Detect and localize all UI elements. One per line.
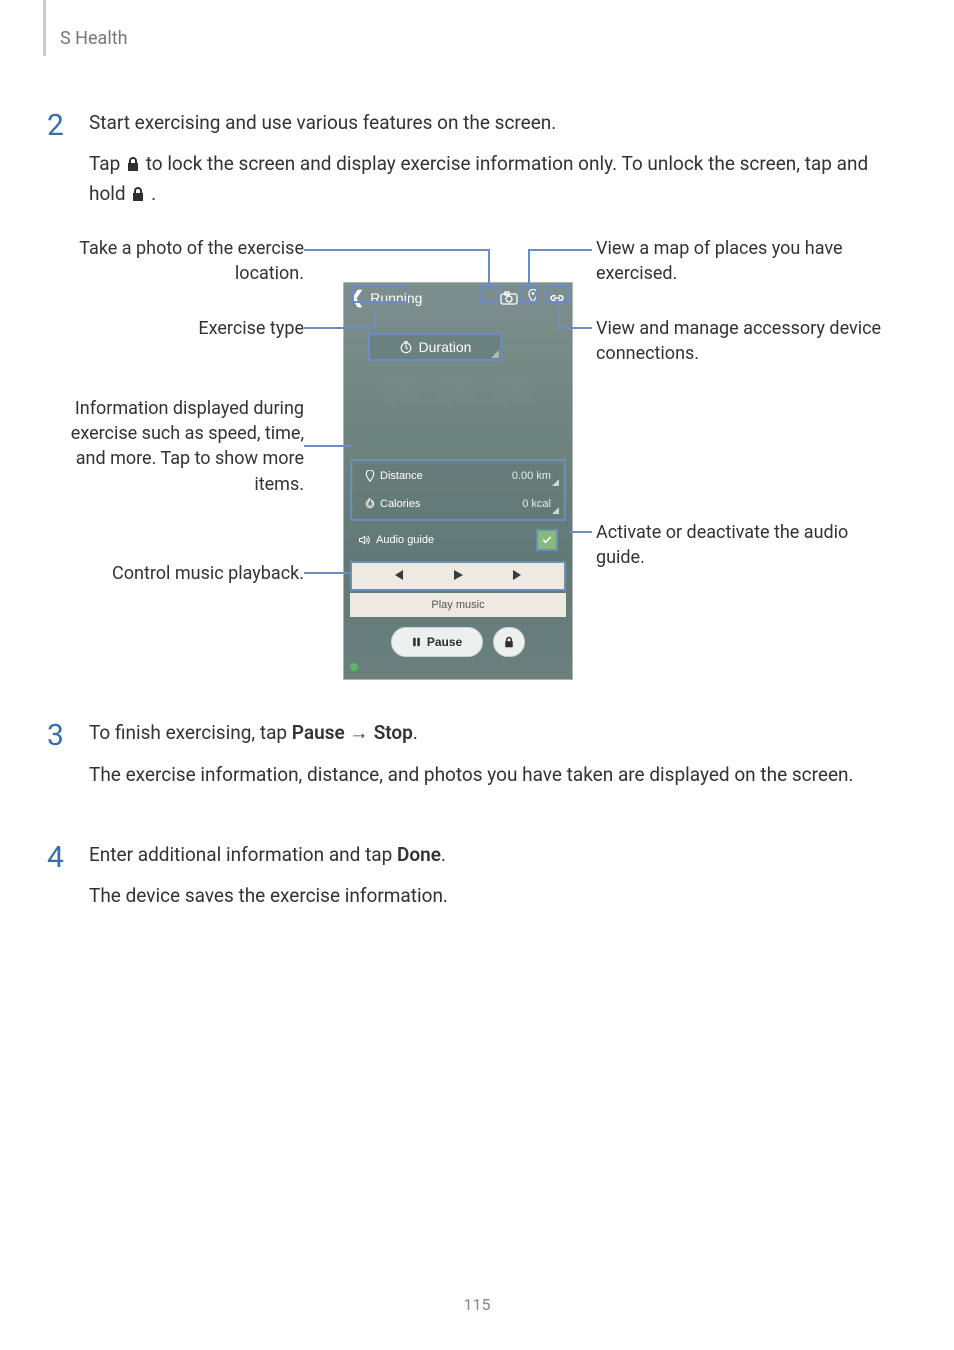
play-icon[interactable] <box>452 569 464 584</box>
step-3-body: To finish exercising, tap Pause → Stop. … <box>89 718 914 802</box>
step-4-body: Enter additional information and tap Don… <box>89 840 508 923</box>
step-number-3: 3 <box>47 718 89 802</box>
step-2-line1: Start exercising and use various feature… <box>89 108 894 137</box>
step-4-line2: The device saves the exercise informatio… <box>89 881 448 910</box>
step-3: 3 To finish exercising, tap Pause → Stop… <box>47 718 914 802</box>
gps-dot-icon <box>350 663 358 671</box>
step-2-line2: Tap to lock the screen and display exerc… <box>89 149 894 208</box>
gps-indicator <box>350 663 572 671</box>
arrow-right-icon: → <box>349 723 373 744</box>
camera-icon[interactable] <box>500 289 518 307</box>
info-panel[interactable]: Distance 0.00 km Calories 0 kcal <box>350 459 566 521</box>
lock-icon <box>125 151 141 167</box>
step-3-line1: To finish exercising, tap Pause → Stop. <box>89 718 854 748</box>
callout-audio: Activate or deactivate the audio guide. <box>596 520 896 570</box>
step-number-4: 4 <box>47 840 89 923</box>
map-pin-icon[interactable] <box>528 289 538 303</box>
pause-button[interactable]: Pause <box>391 627 483 657</box>
next-track-icon[interactable] <box>512 569 524 584</box>
distance-icon <box>365 470 375 482</box>
prev-track-icon[interactable] <box>392 569 404 584</box>
timer-display-blurred: 00:00:00 <box>344 369 572 411</box>
header-rule <box>43 0 46 56</box>
calories-row[interactable]: Calories 0 kcal <box>355 492 561 516</box>
lock-icon <box>130 181 146 197</box>
callout-photo: Take a photo of the exercise location. <box>47 236 304 286</box>
page-number: 115 <box>0 1295 954 1314</box>
phone-screenshot: ❮ Running Duration 00:00:00 <box>343 282 573 680</box>
screenshot-topbar: ❮ Running <box>344 283 572 313</box>
audio-guide-row[interactable]: Audio guide <box>350 521 566 559</box>
callout-map: View a map of places you have exercised. <box>596 236 896 286</box>
duration-selector[interactable]: Duration <box>368 333 502 361</box>
step-2-body: Start exercising and use various feature… <box>89 108 954 220</box>
stopwatch-icon <box>399 340 413 354</box>
callout-info: Information displayed during exercise su… <box>47 396 304 497</box>
callout-playback: Control music playback. <box>47 561 304 586</box>
step-4-line1: Enter additional information and tap Don… <box>89 840 448 869</box>
back-icon[interactable]: ❮ <box>350 288 364 308</box>
flame-icon <box>365 498 375 510</box>
lock-button[interactable] <box>493 627 525 657</box>
speaker-icon <box>358 534 370 546</box>
distance-row[interactable]: Distance 0.00 km <box>355 464 561 488</box>
diagram: ❮ Running Duration 00:00:00 <box>47 228 917 688</box>
step-4: 4 Enter additional information and tap D… <box>47 840 508 923</box>
callout-accessory: View and manage accessory device connect… <box>596 316 896 366</box>
step-3-line2: The exercise information, distance, and … <box>89 760 854 789</box>
lock-icon <box>503 635 515 649</box>
play-music-label: Play music <box>350 593 566 617</box>
audio-guide-checkbox[interactable] <box>536 529 558 551</box>
step-2: 2 Start exercising and use various featu… <box>47 108 954 220</box>
callout-exercise-type: Exercise type <box>47 316 304 341</box>
pause-icon <box>412 637 421 647</box>
step-number-2: 2 <box>47 108 89 220</box>
page-header: S Health <box>60 28 128 49</box>
music-player[interactable] <box>350 561 566 591</box>
exercise-title: Running <box>370 290 422 306</box>
link-icon[interactable] <box>548 289 566 307</box>
